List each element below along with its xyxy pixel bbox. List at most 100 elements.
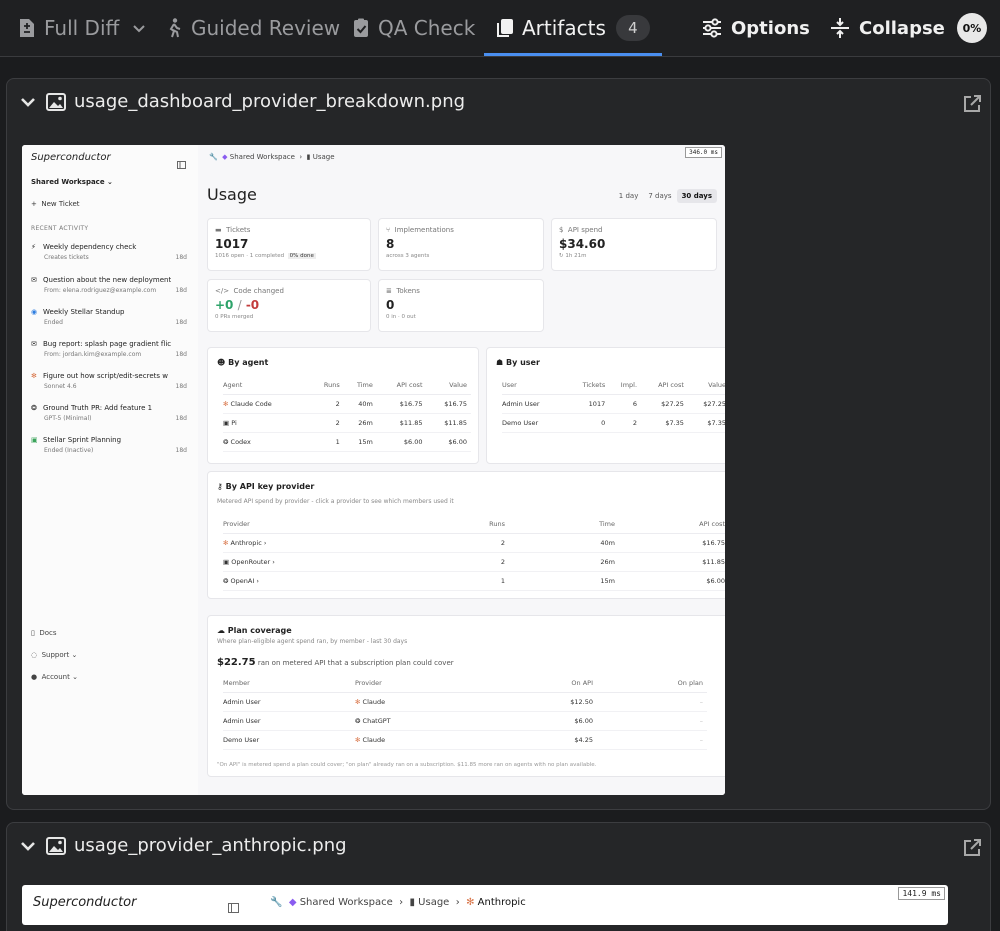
tab-label: Guided Review [191,16,341,40]
chevron-down-icon[interactable] [131,20,147,36]
tokens-stat-card: ≣ Tokens 0 0 in · 0 out [378,279,544,332]
activity-item[interactable]: ✻ Figure out how script/edit-secrets w So… [31,372,191,390]
cell-value: $27.25 [687,394,725,414]
table-row[interactable]: Admin User 1017 6 $27.25 $27.25 [502,394,725,414]
cell-value: $16.75 [426,394,471,414]
sidebar-toggle-icon[interactable] [228,898,239,917]
render-timing-badge: 141.9 ms [898,887,945,900]
tokens-in: 0 in [386,314,397,320]
panel-subtitle: Metered API spend by provider - click a … [217,498,454,505]
users-icon: ☗ [496,358,504,367]
breadcrumb-page[interactable]: Usage [418,897,449,908]
activity-item[interactable]: ✉ Bug report: splash page gradient flick … [31,340,191,358]
cell-impl: 2 [609,413,642,433]
cell-user: Admin User [502,394,568,414]
activity-age: 18d [175,287,187,294]
review-progress-badge: 0% [957,13,987,43]
copy-files-icon [494,17,516,39]
tab-full-diff[interactable]: Full Diff [16,0,147,56]
branch-icon: ⑂ [386,226,391,234]
activity-item[interactable]: ❂ Ground Truth PR: Add feature 1 GPT-5 (M… [31,404,191,422]
support-menu[interactable]: ◌ Support ⌄ [31,651,77,659]
table-row[interactable]: ✻ Claude Code 2 40m $16.75 $16.75 [223,394,471,414]
open-external-icon[interactable] [962,838,982,858]
anthropic-icon: ✻ [223,539,229,547]
chevron-down-icon[interactable] [19,93,37,111]
tab-qa-check[interactable]: QA Check [350,0,475,56]
activity-subtitle: From: elena.rodriguez@example.com [44,287,157,294]
range-1-day[interactable]: 1 day [614,189,644,203]
cell-time: 26m [509,552,619,572]
breadcrumb-workspace[interactable]: Shared Workspace [300,897,393,908]
lines-removed: -0 [245,298,260,312]
cell-cost: $16.75 [619,533,725,553]
panel-title: By API key provider [225,482,315,491]
options-button[interactable]: Options [701,0,810,56]
by-provider-table: Provider Runs Time API cost ✻ Anthropic … [223,520,725,591]
cell-value: $11.85 [426,413,471,433]
activity-item[interactable]: ⚡ Weekly dependency check Creates tickets… [31,243,191,261]
plan-coverage-table: Member Provider On API On plan Admin Use… [223,679,707,750]
table-row[interactable]: Admin User ❂ ChatGPT $6.00 – [223,711,707,731]
table-row[interactable]: Demo User ✻ Claude $4.25 – [223,730,707,750]
cell-cost: $27.25 [641,394,688,414]
chevron-down-icon: ⌄ [71,651,78,659]
tab-artifacts[interactable]: Artifacts 4 [484,0,662,56]
table-row[interactable]: Demo User 0 2 $7.35 $7.35 [502,413,725,433]
new-ticket-button[interactable]: + New Ticket [31,200,80,208]
sliders-icon [701,17,723,39]
collapse-button[interactable]: Collapse [829,0,945,56]
collapse-vertical-icon [829,17,851,39]
col-member: Member [223,679,355,693]
stat-sub: across 3 agents [386,253,430,259]
ticket-icon: ▬ [215,226,222,234]
account-menu[interactable]: ● Account ⌄ [31,673,78,681]
stat-value: 0 [386,298,395,312]
cell-runs: 2 [453,552,509,572]
tab-label: QA Check [378,16,476,40]
breadcrumb: 🔧 ◆ Shared Workspace › ▮ Usage › ✻ Anthr… [270,897,526,908]
tab-label: Full Diff [44,16,120,40]
tab-guided-review[interactable]: Guided Review [163,0,340,56]
table-row[interactable]: ✻ Anthropic › 2 40m $16.75 [223,533,725,553]
key-icon: ⚷ [217,482,223,491]
table-row[interactable]: ❂ OpenAI › 1 15m $6.00 [223,571,725,591]
artifact-card-header[interactable]: usage_provider_anthropic.png [7,823,990,871]
stat-completed: 1 completed [249,253,285,259]
activity-title: Figure out how script/edit-secrets w [43,372,168,380]
activity-item[interactable]: ✉ Question about the new deployment w Fro… [31,276,191,294]
table-row[interactable]: Admin User ✻ Claude $12.50 – [223,692,707,712]
account-label: Account [41,673,70,681]
tickets-stat-card: ▬ Tickets 1017 1016 open · 1 completed 0… [207,218,371,271]
activity-title: Weekly dependency check [43,243,137,251]
artifact-card-header[interactable]: usage_dashboard_provider_breakdown.png [7,79,990,127]
open-external-icon[interactable] [962,94,982,114]
col-api-cost: API cost [376,381,427,395]
stat-sub: 0 PRs merged [215,314,254,320]
workspace-switcher[interactable]: Shared Workspace ⌄ [31,178,113,186]
range-7-days[interactable]: 7 days [643,189,676,203]
agent-name: Codex [230,438,251,446]
activity-item[interactable]: ◉ Weekly Stellar Standup Ended 18d [31,308,191,326]
table-row[interactable]: ▣ Pi 2 26m $11.85 $11.85 [223,413,471,433]
stat-done: 0% done [287,253,316,259]
separator: / [237,298,242,312]
activity-title: Ground Truth PR: Add feature 1 [43,404,153,412]
panel-title: By agent [228,358,269,367]
range-30-days[interactable]: 30 days [676,189,717,203]
database-icon: ≣ [386,287,392,295]
stat-label: Implementations [394,226,454,234]
breadcrumb: 🔧 ◆ Shared Workspace › ▮ Usage [209,153,335,161]
claude-icon: ✻ [31,372,37,380]
panel-title: Plan coverage [227,626,292,635]
docs-label: Docs [39,629,57,637]
activity-item[interactable]: ▣ Stellar Sprint Planning Ended (Inactive… [31,436,191,454]
table-row[interactable]: ▣ OpenRouter › 2 26m $11.85 [223,552,725,572]
chevron-down-icon[interactable] [19,837,37,855]
claude-icon: ✻ [355,736,361,744]
sidebar-toggle-icon[interactable] [177,154,186,173]
activity-title: Weekly Stellar Standup [43,308,125,316]
table-row[interactable]: ❂ Codex 1 15m $6.00 $6.00 [223,432,471,452]
breadcrumb-workspace[interactable]: Shared Workspace [230,153,295,161]
docs-link[interactable]: ▯ Docs [31,629,56,637]
